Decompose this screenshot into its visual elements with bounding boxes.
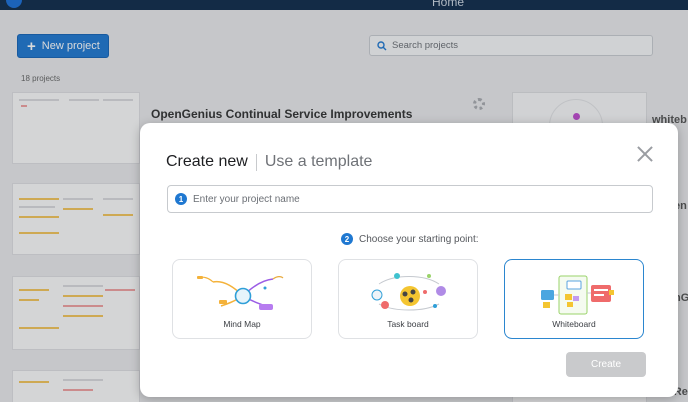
option-mind-map[interactable]: Mind Map	[172, 259, 312, 339]
task-board-icon	[371, 273, 446, 311]
option-label: Whiteboard	[552, 319, 596, 329]
create-button[interactable]: Create	[566, 352, 646, 377]
mind-map-icon	[197, 276, 284, 310]
tab-use-template[interactable]: Use a template	[265, 153, 373, 171]
create-project-modal: Create new Use a template 1 2 Choose you…	[140, 123, 678, 397]
step-1-badge: 1	[175, 193, 187, 205]
option-task-board[interactable]: Task board	[338, 259, 478, 339]
close-icon[interactable]	[637, 146, 653, 162]
project-name-field[interactable]: 1	[167, 185, 653, 213]
whiteboard-icon	[541, 275, 614, 315]
starting-point-label: 2 Choose your starting point:	[341, 233, 479, 245]
tab-create-new[interactable]: Create new	[166, 153, 248, 171]
step-2-badge: 2	[341, 233, 353, 245]
starting-point-text: Choose your starting point:	[359, 233, 479, 245]
option-label: Task board	[387, 319, 429, 329]
tab-divider	[255, 153, 257, 171]
option-whiteboard[interactable]: Whiteboard	[504, 259, 644, 339]
option-label: Mind Map	[223, 319, 261, 329]
project-name-input[interactable]	[193, 193, 633, 205]
modal-tabs: Create new Use a template	[166, 153, 372, 171]
